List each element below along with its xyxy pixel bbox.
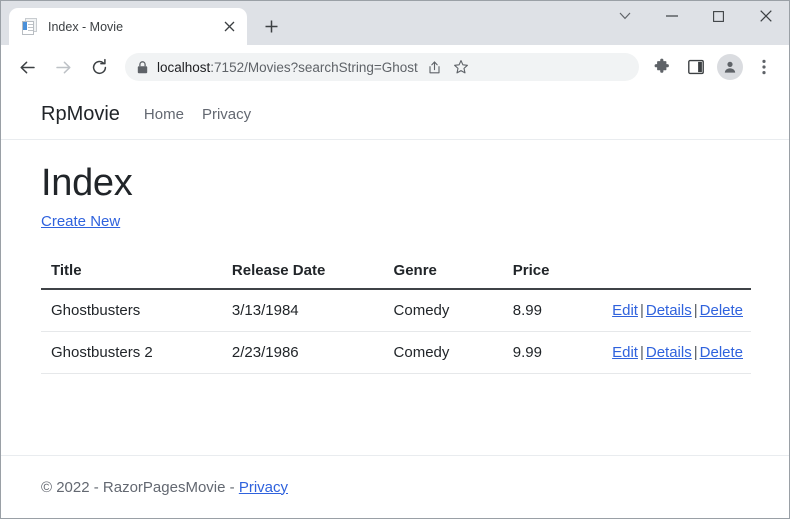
movies-table-header: Title Release Date Genre Price bbox=[41, 254, 751, 290]
action-separator: | bbox=[693, 344, 698, 361]
address-bar-url: localhost:7152/Movies?searchString=Ghost bbox=[157, 60, 418, 75]
cell-actions: Edit | Details | Delete bbox=[602, 331, 751, 374]
share-icon[interactable] bbox=[422, 54, 448, 80]
back-arrow-icon[interactable] bbox=[12, 52, 42, 82]
side-panel-icon[interactable] bbox=[681, 52, 711, 82]
omnibox-actions bbox=[422, 54, 474, 80]
tab-search-chevron-down-icon[interactable] bbox=[601, 1, 648, 31]
table-row: Ghostbusters 3/13/1984 Comedy 8.99 Edit |… bbox=[41, 289, 751, 332]
maximize-button[interactable] bbox=[695, 1, 742, 31]
star-icon[interactable] bbox=[448, 54, 474, 80]
column-header-title: Title bbox=[41, 254, 222, 290]
create-new-link[interactable]: Create New bbox=[41, 213, 120, 230]
column-header-release-date: Release Date bbox=[221, 254, 384, 290]
cell-title: Ghostbusters 2 bbox=[41, 331, 222, 374]
url-path: :7152/Movies?searchString=Ghost bbox=[210, 59, 418, 75]
page-content: Index Create New Title Release Date Genr… bbox=[1, 140, 789, 374]
page-viewport: RpMovie Home Privacy Index Create New Ti… bbox=[1, 89, 789, 518]
three-dot-menu-icon[interactable] bbox=[749, 52, 779, 82]
address-bar[interactable]: localhost:7152/Movies?searchString=Ghost bbox=[125, 53, 639, 81]
cell-release-date: 3/13/1984 bbox=[221, 289, 384, 332]
browser-window: Index - Movie localhost:7152/Movies?sear… bbox=[0, 0, 790, 519]
reload-icon[interactable] bbox=[84, 52, 114, 82]
cell-title: Ghostbusters bbox=[41, 289, 222, 332]
action-separator: | bbox=[693, 302, 698, 319]
cell-genre: Comedy bbox=[383, 289, 503, 332]
column-header-price: Price bbox=[502, 254, 603, 290]
puzzle-icon[interactable] bbox=[647, 52, 677, 82]
action-separator: | bbox=[639, 302, 644, 319]
edit-link[interactable]: Edit bbox=[612, 344, 638, 361]
minimize-button[interactable] bbox=[648, 1, 695, 31]
cell-actions: Edit | Details | Delete bbox=[602, 289, 751, 332]
document-icon bbox=[21, 18, 38, 35]
table-row: Ghostbusters 2 2/23/1986 Comedy 9.99 Edi… bbox=[41, 331, 751, 374]
nav-item-home[interactable]: Home bbox=[144, 106, 184, 123]
table-header-row: Title Release Date Genre Price bbox=[41, 254, 751, 290]
cell-genre: Comedy bbox=[383, 331, 503, 374]
column-header-actions bbox=[602, 254, 751, 290]
tab-close-icon[interactable] bbox=[219, 17, 239, 37]
lock-icon bbox=[137, 60, 148, 74]
footer-copyright: © 2022 - RazorPagesMovie - bbox=[41, 478, 239, 496]
new-tab-button[interactable] bbox=[257, 12, 285, 40]
nav-item-privacy[interactable]: Privacy bbox=[202, 106, 251, 123]
window-controls bbox=[601, 1, 789, 45]
action-separator: | bbox=[639, 344, 644, 361]
tab-title: Index - Movie bbox=[48, 19, 124, 34]
movies-table: Title Release Date Genre Price Ghostbust… bbox=[41, 254, 751, 374]
browser-tab-index-movie[interactable]: Index - Movie bbox=[9, 8, 247, 45]
url-host: localhost bbox=[157, 59, 211, 75]
movies-table-body: Ghostbusters 3/13/1984 Comedy 8.99 Edit |… bbox=[41, 289, 751, 374]
close-window-button[interactable] bbox=[742, 1, 789, 31]
site-navbar: RpMovie Home Privacy bbox=[1, 89, 789, 140]
profile-avatar-icon[interactable] bbox=[717, 54, 743, 80]
details-link[interactable]: Details bbox=[646, 302, 692, 319]
page-footer: © 2022 - RazorPagesMovie - Privacy bbox=[1, 455, 789, 518]
cell-price: 9.99 bbox=[502, 331, 603, 374]
delete-link[interactable]: Delete bbox=[700, 344, 743, 361]
browser-toolbar: localhost:7152/Movies?searchString=Ghost bbox=[1, 45, 789, 89]
tab-strip: Index - Movie bbox=[1, 1, 789, 45]
forward-arrow-icon bbox=[48, 52, 78, 82]
footer-privacy-link[interactable]: Privacy bbox=[239, 479, 288, 496]
cell-price: 8.99 bbox=[502, 289, 603, 332]
page-title: Index bbox=[41, 162, 133, 204]
edit-link[interactable]: Edit bbox=[612, 302, 638, 319]
brand-link[interactable]: RpMovie bbox=[41, 103, 120, 126]
cell-release-date: 2/23/1986 bbox=[221, 331, 384, 374]
details-link[interactable]: Details bbox=[646, 344, 692, 361]
column-header-genre: Genre bbox=[383, 254, 503, 290]
delete-link[interactable]: Delete bbox=[700, 302, 743, 319]
footer-text: © 2022 - RazorPagesMovie - Privacy bbox=[41, 479, 288, 496]
